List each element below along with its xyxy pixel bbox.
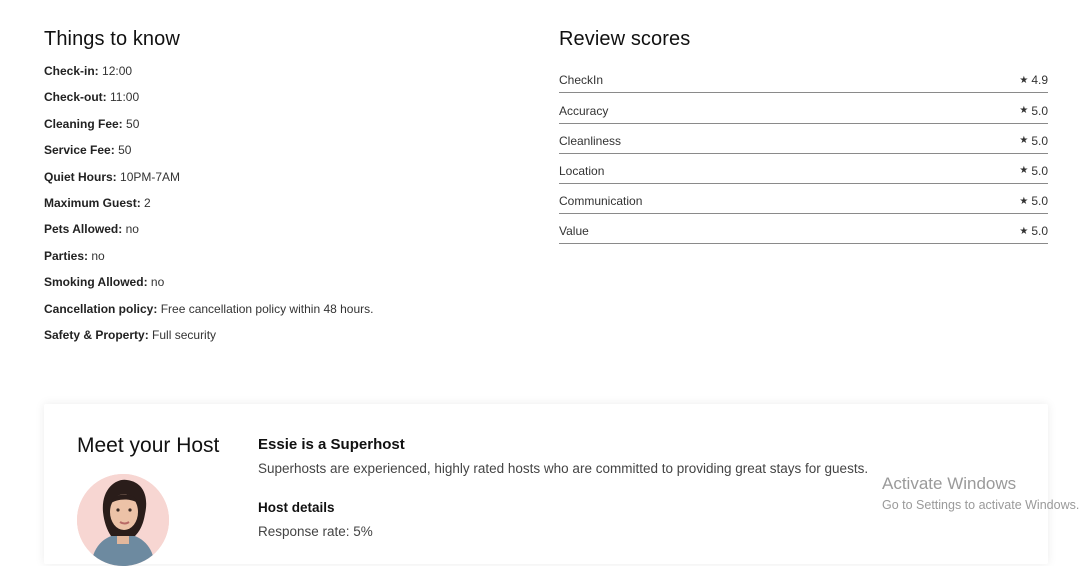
rule-label: Pets Allowed:: [44, 222, 123, 237]
rule-label: Check-out:: [44, 90, 107, 105]
score-value: 5.0: [1031, 133, 1048, 148]
score-row-value: Value ★ 5.0: [559, 215, 1048, 245]
rule-parties: Parties: no: [44, 249, 524, 275]
rule-quiet-hours: Quiet Hours: 10PM-7AM: [44, 170, 524, 196]
score-value: 5.0: [1031, 103, 1048, 118]
things-to-know-section: Things to know Check-in: 12:00 Check-out…: [44, 28, 524, 354]
rule-cleaning-fee: Cleaning Fee: 50: [44, 117, 524, 143]
rule-label: Smoking Allowed:: [44, 275, 148, 290]
rule-value: 50: [126, 116, 140, 131]
star-icon: ★: [1019, 165, 1029, 177]
score-value: 4.9: [1031, 73, 1048, 88]
watermark-subtitle: Go to Settings to activate Windows.: [882, 498, 1080, 512]
rule-value: 11:00: [110, 90, 140, 105]
watermark-title: Activate Windows: [882, 474, 1017, 493]
host-photo: [77, 474, 169, 566]
rule-value: 12:00: [102, 64, 133, 78]
rule-smoking-allowed: Smoking Allowed: no: [44, 275, 524, 301]
rule-safety-property: Safety & Property: Full security: [44, 328, 524, 354]
rule-check-out: Check-out: 11:00: [44, 90, 524, 116]
score-label: Cleanliness: [559, 133, 622, 148]
rule-pets-allowed: Pets Allowed: no: [44, 222, 524, 248]
superhost-title: Essie is a Superhost: [258, 436, 405, 453]
score-label: Value: [559, 224, 589, 239]
meet-host-title: Meet your Host: [77, 434, 220, 457]
score-value: 5.0: [1031, 224, 1048, 239]
rule-value: no: [91, 248, 105, 263]
rule-label: Safety & Property:: [44, 327, 149, 342]
rule-value: Full security: [152, 327, 217, 342]
score-row-checkin: CheckIn ★ 4.9: [559, 64, 1048, 94]
score-row-cleanliness: Cleanliness ★ 5.0: [559, 124, 1048, 154]
rule-label: Quiet Hours:: [44, 169, 117, 184]
host-response-rate: Response rate: 5%: [258, 524, 373, 539]
score-value: 5.0: [1031, 163, 1048, 178]
score-row-communication: Communication ★ 5.0: [559, 185, 1048, 215]
review-scores-title: Review scores: [559, 28, 691, 50]
host-details-title: Host details: [258, 500, 335, 515]
rule-label: Cancellation policy:: [44, 301, 158, 316]
rule-label: Parties:: [44, 248, 89, 263]
activate-windows-watermark: Activate Windows Go to Settings to activ…: [882, 474, 1079, 512]
rule-value: 2: [144, 195, 151, 210]
star-icon: ★: [1019, 195, 1029, 207]
rule-cancellation-policy: Cancellation policy: Free cancellation p…: [44, 302, 524, 328]
score-label: Communication: [559, 194, 643, 209]
rule-value: 50: [118, 143, 132, 158]
rule-value: no: [150, 275, 165, 290]
superhost-description: Superhosts are experienced, highly rated…: [258, 461, 869, 476]
star-icon: ★: [1019, 105, 1029, 117]
rule-value: no: [125, 222, 139, 237]
star-icon: ★: [1019, 225, 1029, 237]
rule-value: 10PM-7AM: [120, 169, 181, 184]
star-icon: ★: [1019, 74, 1029, 86]
score-row-location: Location ★ 5.0: [559, 155, 1048, 184]
star-icon: ★: [1019, 135, 1029, 147]
review-scores-section: Review scores CheckIn ★ 4.9 Accuracy ★ 5.0…: [559, 28, 1048, 245]
things-to-know-title: Things to know: [44, 28, 180, 50]
score-row-accuracy: Accuracy ★ 5.0: [559, 94, 1048, 124]
rule-service-fee: Service Fee: 50: [44, 143, 524, 169]
score-value: 5.0: [1031, 194, 1048, 209]
score-label: CheckIn: [559, 73, 604, 88]
host-avatar[interactable]: [77, 474, 169, 566]
rule-value: Free cancellation policy within 48 hours…: [160, 301, 374, 316]
rule-label: Check-in:: [44, 64, 99, 78]
rules-list: Check-in: 12:00 Check-out: 11:00 Cleanin…: [44, 64, 524, 354]
rule-label: Cleaning Fee:: [44, 116, 123, 131]
rule-label: Maximum Guest:: [44, 195, 141, 210]
score-label: Location: [559, 163, 605, 178]
rule-check-in: Check-in: 12:00: [44, 64, 524, 90]
score-label: Accuracy: [559, 103, 609, 118]
rule-label: Service Fee:: [44, 143, 115, 158]
rule-maximum-guest: Maximum Guest: 2: [44, 196, 524, 222]
